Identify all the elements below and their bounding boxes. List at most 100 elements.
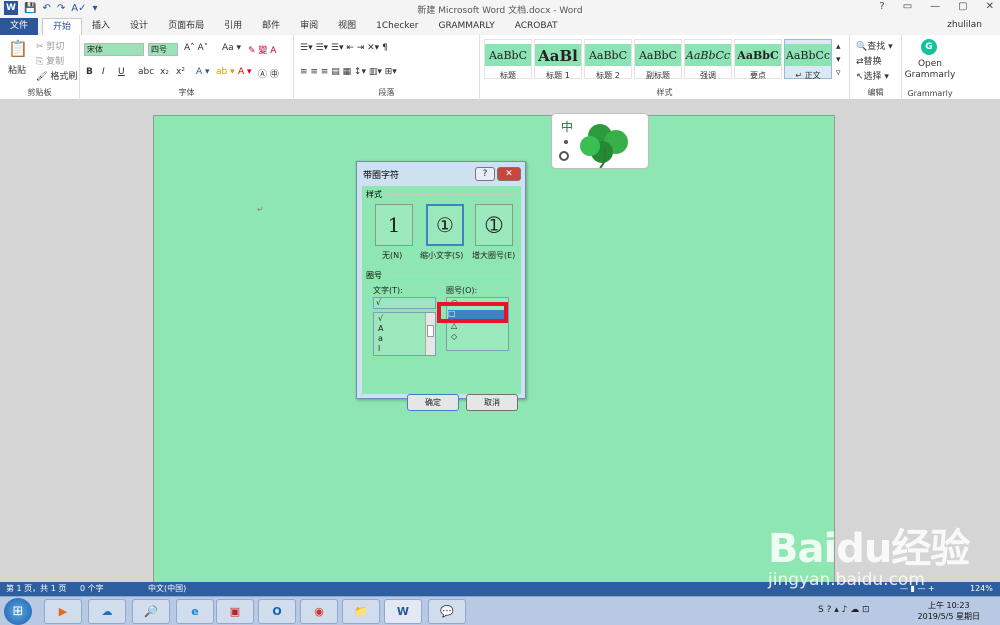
maximize-icon[interactable]: ▢ xyxy=(958,1,967,12)
find-button[interactable]: 🔍查找 ▾ xyxy=(856,39,893,52)
system-tray-icons[interactable]: S ? ▴ ♪ ☁ ⊡ xyxy=(818,605,870,615)
font-size-box[interactable]: 四号 xyxy=(148,43,178,56)
user-name[interactable]: zhulilan xyxy=(947,20,982,30)
copy-icon: ⎘ xyxy=(36,57,44,67)
style-emphasis[interactable]: AaBbCc 强调 xyxy=(684,39,732,80)
italic-button[interactable]: I xyxy=(102,67,105,77)
word-taskbar-icon[interactable]: W xyxy=(384,599,422,624)
font-name-box[interactable]: 宋体 xyxy=(84,43,144,56)
tab-file[interactable]: 文件 xyxy=(0,18,39,35)
grammarly-icon[interactable]: G xyxy=(921,39,937,55)
strikethrough-button[interactable]: abc xyxy=(138,67,154,77)
select-button[interactable]: ↖选择 ▾ xyxy=(856,69,889,82)
style-normal[interactable]: AaBbCc ↵ 正文 xyxy=(784,39,832,80)
language-indicator[interactable]: 中文(中国) xyxy=(148,582,186,596)
style-option-enlarge-label: 增大圈号(E) xyxy=(472,251,516,260)
subscript-button[interactable]: x₂ xyxy=(160,67,169,77)
ie-browser-icon[interactable]: e xyxy=(176,599,214,624)
copy-button[interactable]: ⎘ 复制 xyxy=(36,54,64,67)
watermark-logo: Baidu经验 xyxy=(768,526,970,572)
ribbon: 📋 粘贴 ✂ 剪切 ⎘ 复制 🖌 格式刷 剪贴板 宋体 四号 A˄ A˅ Aa … xyxy=(0,35,1000,100)
cursor-icon: ↖ xyxy=(856,72,864,82)
tab-references[interactable]: 引用 xyxy=(214,18,252,35)
clock[interactable]: 上午 10:23 2019/5/5 星期日 xyxy=(918,600,980,622)
paste-icon[interactable]: 📋 xyxy=(8,39,28,58)
style-strong[interactable]: AaBbC 要点 xyxy=(734,39,782,80)
style-option-none[interactable]: 1 xyxy=(375,204,413,246)
tab-review[interactable]: 审阅 xyxy=(290,18,328,35)
scrollbar-thumb[interactable] xyxy=(427,325,434,337)
style-option-shrink[interactable]: ① xyxy=(426,204,464,246)
page-count[interactable]: 第 1 页，共 1 页 xyxy=(6,582,66,596)
format-painter-button[interactable]: 🖌 格式刷 xyxy=(36,69,77,82)
style-heading1[interactable]: AaBl 标题 1 xyxy=(534,39,582,80)
search-tool-icon[interactable]: 🔎 xyxy=(132,599,170,624)
taskbar: ⊞ ▶ ☁ 🔎 e ▣ O ◉ 📁 W 💬 S ? ▴ ♪ ☁ ⊡ 上午 10:… xyxy=(0,596,1000,625)
minimize-icon[interactable]: — xyxy=(930,1,940,12)
tab-acrobat[interactable]: ACROBAT xyxy=(505,18,568,35)
tab-mailings[interactable]: 邮件 xyxy=(252,18,290,35)
list-item[interactable]: △ xyxy=(451,322,457,330)
list-item[interactable]: A xyxy=(378,325,383,333)
font-color-icon[interactable]: A ▾ xyxy=(238,67,252,77)
replace-button[interactable]: ⇄替换 xyxy=(856,54,882,67)
word-count[interactable]: 0 个字 xyxy=(80,582,104,596)
underline-button[interactable]: U xyxy=(118,67,125,77)
list-item[interactable]: √ xyxy=(378,315,383,323)
bold-button[interactable]: B xyxy=(86,67,93,77)
tab-1checker[interactable]: 1Checker xyxy=(366,18,428,35)
style-heading2[interactable]: AaBbC 标题 2 xyxy=(584,39,632,80)
ok-button[interactable]: 确定 xyxy=(407,394,459,411)
tab-grammarly[interactable]: GRAMMARLY xyxy=(428,18,504,35)
font-group: 宋体 四号 A˄ A˅ Aa ▾ ✎ 變 A B I U abc x₂ x² A… xyxy=(80,35,294,100)
wechat-icon[interactable]: 💬 xyxy=(428,599,466,624)
tab-insert[interactable]: 插入 xyxy=(82,18,120,35)
search-icon: 🔍 xyxy=(856,42,868,52)
enclose-char-icon[interactable]: Ⓐ ㊥ xyxy=(258,67,279,80)
style-title[interactable]: AaBbC 标题 xyxy=(484,39,532,80)
dialog-body: 样式 1 无(N) ① 缩小文字(S) ➀ 增大圈号(E) 圈号 文字(T): … xyxy=(362,186,521,411)
ribbon-display-icon[interactable]: ▭ xyxy=(903,1,912,12)
bullets-icon[interactable]: ☰▾ ☰▾ ☰▾ ⇤ ⇥ ✕▾ ¶ xyxy=(300,43,388,53)
dialog-help-button[interactable]: ? xyxy=(475,167,495,181)
tab-design[interactable]: 设计 xyxy=(120,18,158,35)
cut-button[interactable]: ✂ 剪切 xyxy=(36,39,64,52)
style-subtitle[interactable]: AaBbC 副标题 xyxy=(634,39,682,80)
tab-view[interactable]: 视图 xyxy=(328,18,366,35)
styles-scroll-icon[interactable]: ▴ ▾ ▿ xyxy=(836,41,841,80)
media-player-icon[interactable]: ▶ xyxy=(44,599,82,624)
superscript-button[interactable]: x² xyxy=(176,67,185,77)
open-grammarly-button[interactable]: Open Grammarly xyxy=(902,59,958,81)
remote-desktop-icon[interactable]: ▣ xyxy=(216,599,254,624)
list-item[interactable]: l xyxy=(378,345,380,353)
text-listbox[interactable]: √ A a l xyxy=(373,312,436,356)
outlook-icon[interactable]: O xyxy=(258,599,296,624)
style-option-enlarge[interactable]: ➀ xyxy=(475,204,513,246)
text-effects-icon[interactable]: A ▾ xyxy=(196,67,210,77)
clipboard-label: 剪贴板 xyxy=(27,88,52,97)
align-icons[interactable]: ≡ ≡ ≡ ▤ ▦ ↕▾ ▥▾ ⊞▾ xyxy=(300,67,397,77)
clipboard-group: 📋 粘贴 ✂ 剪切 ⎘ 复制 🖌 格式刷 剪贴板 xyxy=(0,35,80,100)
list-item[interactable]: a xyxy=(378,335,383,343)
file-explorer-icon[interactable]: 📁 xyxy=(342,599,380,624)
tab-layout[interactable]: 页面布局 xyxy=(158,18,214,35)
close-icon[interactable]: ✕ xyxy=(986,1,994,12)
window-controls: ? ▭ — ▢ ✕ xyxy=(879,1,994,12)
start-orb-icon[interactable]: ⊞ xyxy=(4,598,32,625)
change-case-icon[interactable]: Aa ▾ xyxy=(222,43,241,53)
baidu-cloud-icon[interactable]: ☁ xyxy=(88,599,126,624)
text-list-scrollbar[interactable] xyxy=(425,313,435,355)
zoom-level[interactable]: 124% xyxy=(970,582,993,596)
ime-toolbar[interactable]: 中 xyxy=(551,113,649,169)
paste-button[interactable]: 粘贴 xyxy=(8,63,26,76)
chrome-icon[interactable]: ◉ xyxy=(300,599,338,624)
help-icon[interactable]: ? xyxy=(879,1,884,12)
highlight-icon[interactable]: ab ▾ xyxy=(216,67,235,77)
grow-font-icon[interactable]: A˄ A˅ xyxy=(184,43,208,53)
clear-format-icon[interactable]: ✎ 變 A xyxy=(248,43,276,56)
list-item[interactable]: ◇ xyxy=(451,333,457,341)
tab-home[interactable]: 开始 xyxy=(42,18,83,35)
dialog-close-button[interactable]: ✕ xyxy=(497,167,521,181)
cancel-button[interactable]: 取消 xyxy=(466,394,518,411)
text-input[interactable]: √ xyxy=(373,297,436,309)
